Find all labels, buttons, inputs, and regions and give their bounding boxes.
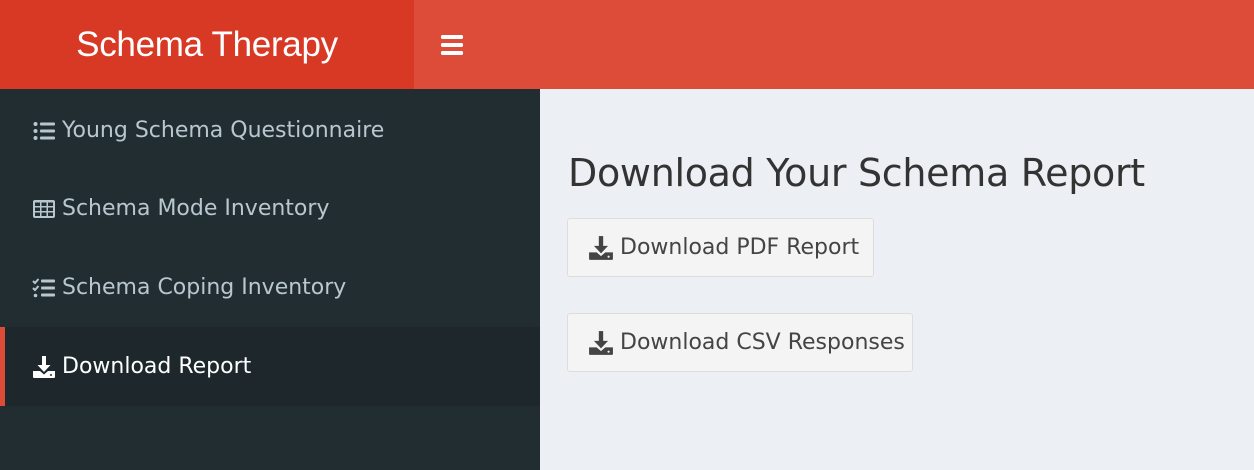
download-pdf-label: Download PDF Report [620,235,860,260]
list-icon [32,119,56,143]
app-logo[interactable]: Schema Therapy [0,0,414,89]
download-csv-label: Download CSV Responses [620,330,905,355]
sidebar-item-label: Schema Coping Inventory [62,275,347,300]
hamburger-icon [441,34,463,55]
sidebar-item-schema-coping-inventory[interactable]: Schema Coping Inventory [0,248,540,327]
sidebar-item-young-schema-questionnaire[interactable]: Young Schema Questionnaire [0,91,540,170]
download-icon [588,330,614,356]
sidebar-item-label: Schema Mode Inventory [62,196,330,221]
download-csv-button[interactable]: Download CSV Responses [567,313,913,372]
top-header: Schema Therapy [0,0,1254,89]
page-title: Download Your Schema Report [568,151,1145,195]
sidebar-item-schema-mode-inventory[interactable]: Schema Mode Inventory [0,169,540,248]
checklist-icon [32,276,56,300]
sidebar-item-label: Download Report [62,354,252,379]
sidebar: Young Schema Questionnaire Schema Mode I… [0,89,540,470]
download-icon [32,355,56,379]
sidebar-toggle-button[interactable] [414,0,490,89]
sidebar-item-label: Young Schema Questionnaire [62,118,385,143]
sidebar-item-download-report[interactable]: Download Report [0,327,540,406]
download-icon [588,235,614,261]
download-pdf-button[interactable]: Download PDF Report [567,218,874,277]
table-icon [32,197,56,221]
main-content: Download Your Schema Report Download PDF… [540,89,1254,470]
